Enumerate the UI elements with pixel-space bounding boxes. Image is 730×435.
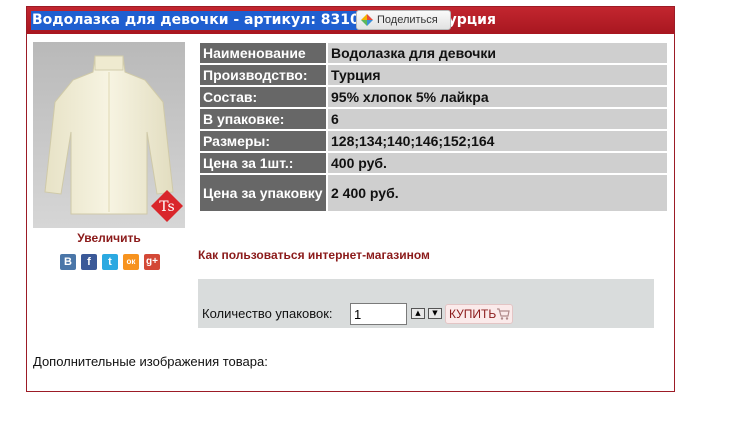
odnoklassniki-icon[interactable]: ок <box>123 254 139 270</box>
brand-logo-text: Ts <box>159 199 175 215</box>
zoom-link[interactable]: Увеличить <box>33 231 185 245</box>
property-value: Турция <box>328 65 667 85</box>
property-value: 95% хлопок 5% лайкра <box>328 87 667 107</box>
property-key: Цена за 1шт.: <box>200 153 326 173</box>
brand-logo-icon: Ts <box>151 190 183 222</box>
property-key: Наименование <box>200 43 326 63</box>
product-title-bar: Водолазка для девочки - артикул: 8310016… <box>27 7 674 34</box>
property-key: Цена за упаковку <box>200 175 326 211</box>
property-key: В упаковке: <box>200 109 326 129</box>
table-row: Цена за 1шт.: 400 руб. <box>200 153 667 173</box>
order-box: Количество упаковок: ▲ ▼ КУПИТЬ <box>198 279 654 328</box>
quantity-up-button[interactable]: ▲ <box>411 308 425 319</box>
product-panel: Водолазка для девочки - артикул: 8310016… <box>26 6 675 392</box>
share-button-label: Поделиться <box>377 14 438 26</box>
table-row: Размеры: 128;134;140;146;152;164 <box>200 131 667 151</box>
buy-button-label: КУПИТЬ <box>449 307 497 321</box>
table-row: Производство: Турция <box>200 65 667 85</box>
property-key: Производство: <box>200 65 326 85</box>
property-value: 128;134;140;146;152;164 <box>328 131 667 151</box>
quantity-down-button[interactable]: ▼ <box>428 308 442 319</box>
table-row: В упаковке: 6 <box>200 109 667 129</box>
table-row: Состав: 95% хлопок 5% лайкра <box>200 87 667 107</box>
property-value: 6 <box>328 109 667 129</box>
vkontakte-icon[interactable]: B <box>60 254 76 270</box>
product-properties-table: Наименование Водолазка для девочки Произ… <box>198 41 669 213</box>
property-key: Размеры: <box>200 131 326 151</box>
quantity-label: Количество упаковок: <box>202 306 333 321</box>
buy-button[interactable]: КУПИТЬ <box>445 304 513 324</box>
property-key: Состав: <box>200 87 326 107</box>
google-plus-icon[interactable]: g+ <box>144 254 160 270</box>
share-button[interactable]: Поделиться <box>356 10 451 30</box>
property-value: 400 руб. <box>328 153 667 173</box>
product-title: Водолазка для девочки - артикул: 8310016 <box>31 11 390 30</box>
how-to-shop-link[interactable]: Как пользоваться интернет-магазином <box>198 248 430 262</box>
property-value: Водолазка для девочки <box>328 43 667 63</box>
additional-images-label: Дополнительные изображения товара: <box>33 354 268 369</box>
quantity-input[interactable] <box>350 303 407 325</box>
table-row: Наименование Водолазка для девочки <box>200 43 667 63</box>
property-value: 2 400 руб. <box>328 175 667 211</box>
facebook-icon[interactable]: f <box>81 254 97 270</box>
share-icon <box>361 14 373 26</box>
cart-icon <box>497 308 510 320</box>
twitter-icon[interactable]: t <box>102 254 118 270</box>
table-row: Цена за упаковку 2 400 руб. <box>200 175 667 211</box>
product-photo[interactable]: Ts <box>33 42 185 228</box>
